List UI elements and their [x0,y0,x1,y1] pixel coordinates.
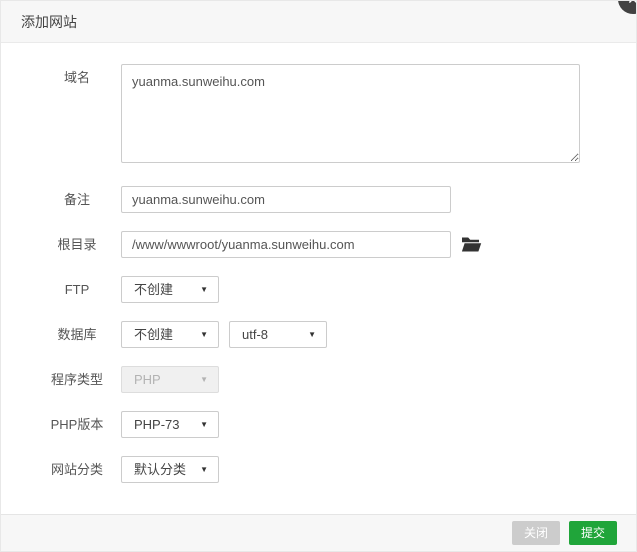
php-version-select[interactable]: PHP-73 ▼ [121,411,219,438]
dialog-header: 添加网站 [1,1,636,43]
program-type-select: PHP ▼ [121,366,219,393]
site-category-label: 网站分类 [50,462,103,477]
chevron-down-icon: ▼ [200,330,208,339]
database-select-value: 不创建 [134,327,174,342]
program-type-select-value: PHP [134,372,161,387]
remark-label: 备注 [63,192,90,207]
chevron-down-icon: ▼ [308,330,316,339]
domain-textarea[interactable]: yuanma.sunweihu.com [121,64,580,163]
dialog-body: 域名 yuanma.sunweihu.com 备注 根目录 FTP 不创建 ▼ [1,43,636,483]
open-folder-icon[interactable] [461,231,482,258]
remark-input[interactable] [121,186,451,213]
chevron-down-icon: ▼ [200,285,208,294]
add-website-dialog: 添加网站 ✕ 域名 yuanma.sunweihu.com 备注 根目录 FTP [0,0,637,552]
site-category-row: 网站分类 默认分类 ▼ [1,456,636,483]
close-button[interactable]: 关闭 [511,521,560,545]
charset-select-value: utf-8 [242,327,269,342]
php-version-label: PHP版本 [50,417,104,432]
database-select[interactable]: 不创建 ▼ [121,321,219,348]
remark-row: 备注 [1,186,636,213]
site-category-select-value: 默认分类 [134,462,187,477]
domain-label: 域名 [63,70,90,85]
submit-button[interactable]: 提交 [568,521,617,545]
ftp-label: FTP [64,282,90,297]
chevron-down-icon: ▼ [200,375,208,384]
close-x-glyph: ✕ [627,1,636,6]
chevron-down-icon: ▼ [200,465,208,474]
root-dir-row: 根目录 [1,231,636,258]
domain-row: 域名 yuanma.sunweihu.com [1,64,636,163]
chevron-down-icon: ▼ [200,420,208,429]
root-dir-input[interactable] [121,231,451,258]
program-type-label: 程序类型 [50,372,103,387]
ftp-select-value: 不创建 [134,282,174,297]
ftp-row: FTP 不创建 ▼ [1,276,636,303]
program-type-row: 程序类型 PHP ▼ [1,366,636,393]
php-version-select-value: PHP-73 [134,417,180,432]
root-dir-label: 根目录 [57,237,97,252]
site-category-select[interactable]: 默认分类 ▼ [121,456,219,483]
database-label: 数据库 [57,327,97,342]
ftp-select[interactable]: 不创建 ▼ [121,276,219,303]
php-version-row: PHP版本 PHP-73 ▼ [1,411,636,438]
charset-select[interactable]: utf-8 ▼ [229,321,327,348]
dialog-footer: 关闭 提交 [1,514,636,551]
dialog-title: 添加网站 [21,13,77,30]
database-row: 数据库 不创建 ▼ utf-8 ▼ [1,321,636,348]
